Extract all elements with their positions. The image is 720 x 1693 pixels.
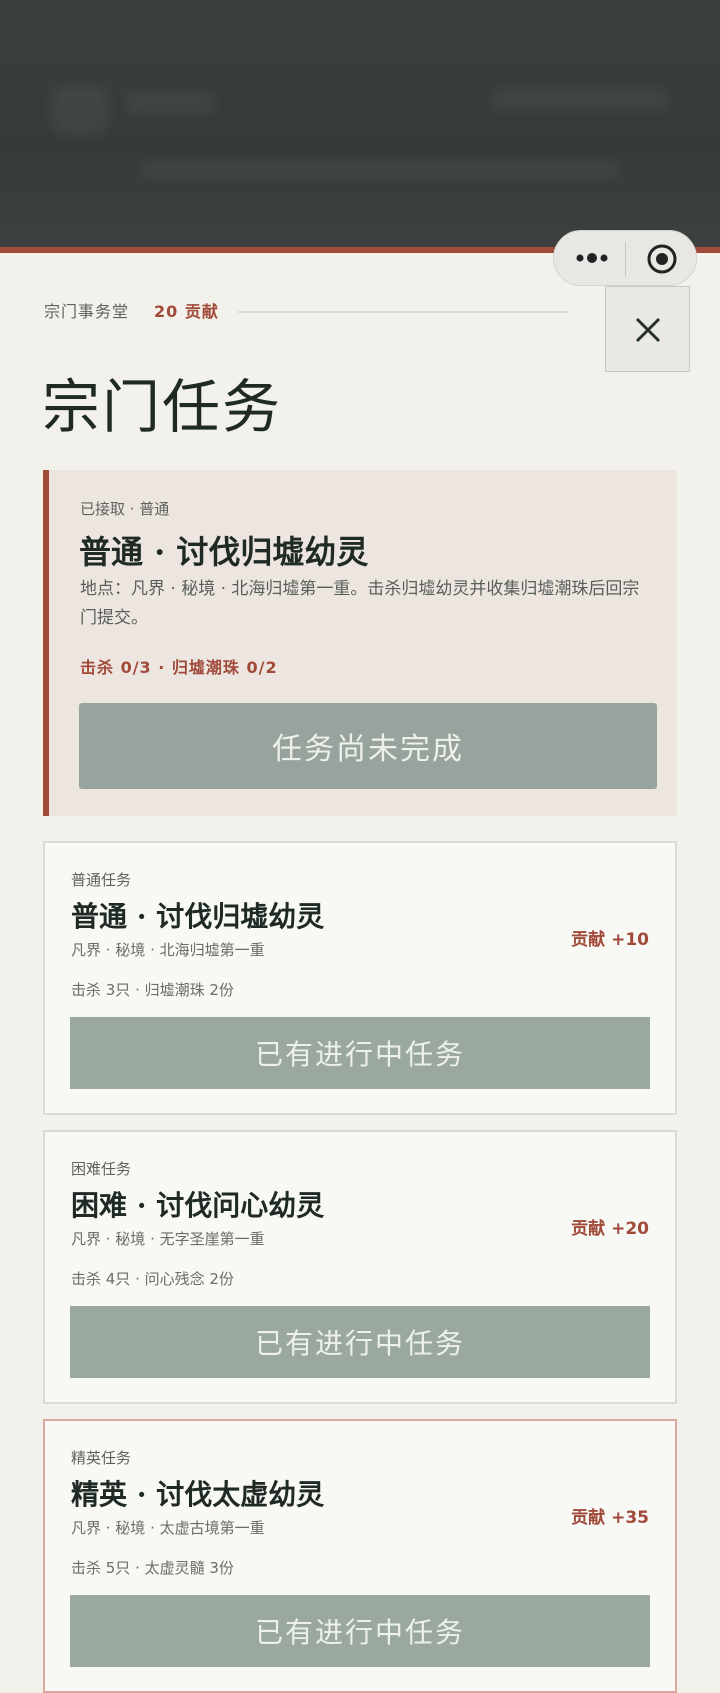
- mini-program-capsule: [553, 230, 697, 286]
- close-button[interactable]: [605, 286, 690, 372]
- task-reward: 贡献 +10: [571, 930, 649, 950]
- active-task-status: 已接取 · 普通: [80, 500, 170, 518]
- task-title: 精英 · 讨伐太虚幼灵: [71, 1478, 325, 1511]
- submit-task-button[interactable]: 任务尚未完成: [79, 703, 657, 789]
- active-task-description: 地点：凡界 · 秘境 · 北海归墟第一重。击杀归墟幼灵并收集归墟潮珠后回宗门提交…: [80, 579, 640, 628]
- task-card-normal: 普通任务 普通 · 讨伐归墟幼灵 凡界 · 秘境 · 北海归墟第一重 击杀 3只…: [43, 841, 677, 1115]
- accept-task-button[interactable]: 已有进行中任务: [70, 1595, 650, 1667]
- task-requirements: 击杀 3只 · 归墟潮珠 2份: [71, 981, 234, 999]
- task-requirements: 击杀 4只 · 问心残念 2份: [71, 1270, 234, 1288]
- accept-task-button[interactable]: 已有进行中任务: [70, 1017, 650, 1089]
- task-location: 凡界 · 秘境 · 无字圣崖第一重: [71, 1230, 265, 1248]
- hall-label: 宗门事务堂: [44, 302, 130, 321]
- active-task-card: 已接取 · 普通 普通 · 讨伐归墟幼灵 地点：凡界 · 秘境 · 北海归墟第一…: [43, 470, 677, 816]
- active-task-title: 普通 · 讨伐归墟幼灵: [79, 533, 369, 571]
- active-task-progress: 击杀 0/3 · 归墟潮珠 0/2: [80, 658, 278, 677]
- task-reward: 贡献 +20: [571, 1219, 649, 1239]
- task-card-hard: 困难任务 困难 · 讨伐问心幼灵 凡界 · 秘境 · 无字圣崖第一重 击杀 4只…: [43, 1130, 677, 1404]
- task-location: 凡界 · 秘境 · 北海归墟第一重: [71, 941, 265, 959]
- task-reward: 贡献 +35: [571, 1508, 649, 1528]
- task-location: 凡界 · 秘境 · 太虚古境第一重: [71, 1519, 265, 1537]
- page-title: 宗门任务: [42, 373, 283, 441]
- contribution-points: 20 贡献: [154, 302, 219, 321]
- header-divider: [238, 311, 568, 313]
- task-kind: 精英任务: [71, 1449, 132, 1467]
- accept-task-button[interactable]: 已有进行中任务: [70, 1306, 650, 1378]
- more-icon[interactable]: [574, 248, 610, 268]
- close-icon: [635, 317, 661, 343]
- task-card-elite: 精英任务 精英 · 讨伐太虚幼灵 凡界 · 秘境 · 太虚古境第一重 击杀 5只…: [43, 1419, 677, 1693]
- exit-target-icon[interactable]: [646, 243, 678, 275]
- task-requirements: 击杀 5只 · 太虚灵髓 3份: [71, 1559, 234, 1577]
- task-title: 困难 · 讨伐问心幼灵: [71, 1189, 325, 1222]
- capsule-divider: [625, 242, 626, 276]
- task-kind: 困难任务: [71, 1160, 132, 1178]
- task-title: 普通 · 讨伐归墟幼灵: [71, 900, 325, 933]
- task-kind: 普通任务: [71, 871, 132, 889]
- dimmed-background: [0, 0, 720, 252]
